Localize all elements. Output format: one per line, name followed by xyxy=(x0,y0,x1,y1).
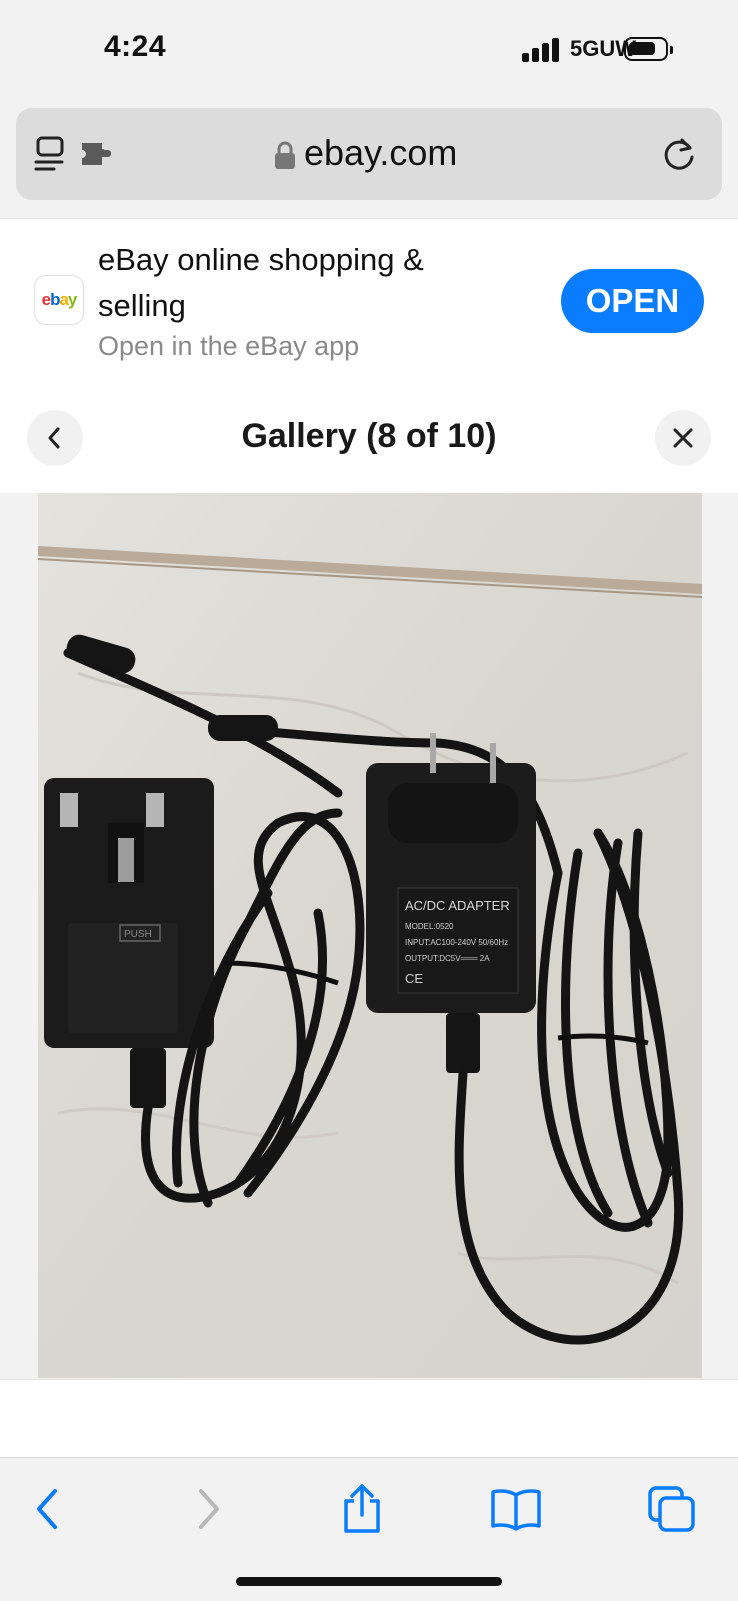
url-domain[interactable]: ebay.com xyxy=(304,132,457,174)
home-indicator xyxy=(236,1577,502,1586)
reload-icon[interactable] xyxy=(660,135,698,173)
svg-text:PUSH: PUSH xyxy=(124,929,152,940)
bookmarks-button[interactable] xyxy=(488,1482,544,1536)
lock-icon xyxy=(275,141,295,169)
status-bar: 4:24 5GUW xyxy=(0,0,738,100)
content-spacer xyxy=(0,1379,738,1458)
status-time: 4:24 xyxy=(104,30,167,63)
browser-forward-button[interactable] xyxy=(180,1482,236,1536)
share-icon xyxy=(344,1484,380,1533)
adapter-label-input: INPUT:AC100-240V 50/60Hz xyxy=(405,938,508,947)
gallery-header: Gallery (8 of 10) xyxy=(0,383,738,493)
chevron-left-icon xyxy=(37,1489,57,1529)
product-photo-drawing: PUSH AC/DC ADAPTER MODEL:0520 INPUT:AC10… xyxy=(38,493,702,1378)
share-button[interactable] xyxy=(334,1482,390,1536)
cellular-signal-icon xyxy=(522,38,562,62)
page-menu-icon[interactable] xyxy=(34,135,68,173)
gallery-title: Gallery (8 of 10) xyxy=(241,417,497,455)
adapter-label-heading: AC/DC ADAPTER xyxy=(405,898,510,913)
book-icon xyxy=(491,1489,541,1531)
app-banner-subtitle: Open in the eBay app xyxy=(98,331,360,361)
adapter-label-model: MODEL:0520 xyxy=(405,922,454,931)
adapter-label-output: OUTPUT:DC5V═══ 2A xyxy=(405,954,490,963)
ebay-app-logo: ebay xyxy=(34,275,84,325)
gallery-image-area[interactable]: PUSH AC/DC ADAPTER MODEL:0520 INPUT:AC10… xyxy=(0,493,738,1378)
close-icon xyxy=(673,428,693,448)
tabs-button[interactable] xyxy=(644,1482,700,1536)
gallery-close-button[interactable] xyxy=(655,410,711,466)
adapter-label-marks: CE xyxy=(405,971,423,986)
app-banner-title: eBay online shopping & selling xyxy=(98,242,424,323)
address-bar[interactable]: ebay.com xyxy=(16,108,722,200)
browser-back-button[interactable] xyxy=(20,1482,76,1536)
open-app-button[interactable]: OPEN xyxy=(561,269,704,333)
chevron-right-icon xyxy=(199,1489,219,1529)
app-banner: ebay eBay online shopping & selling Open… xyxy=(0,218,738,384)
battery-icon xyxy=(624,37,673,61)
product-photo[interactable]: PUSH AC/DC ADAPTER MODEL:0520 INPUT:AC10… xyxy=(38,493,702,1378)
extension-icon[interactable] xyxy=(80,139,118,169)
tabs-icon xyxy=(648,1486,695,1532)
